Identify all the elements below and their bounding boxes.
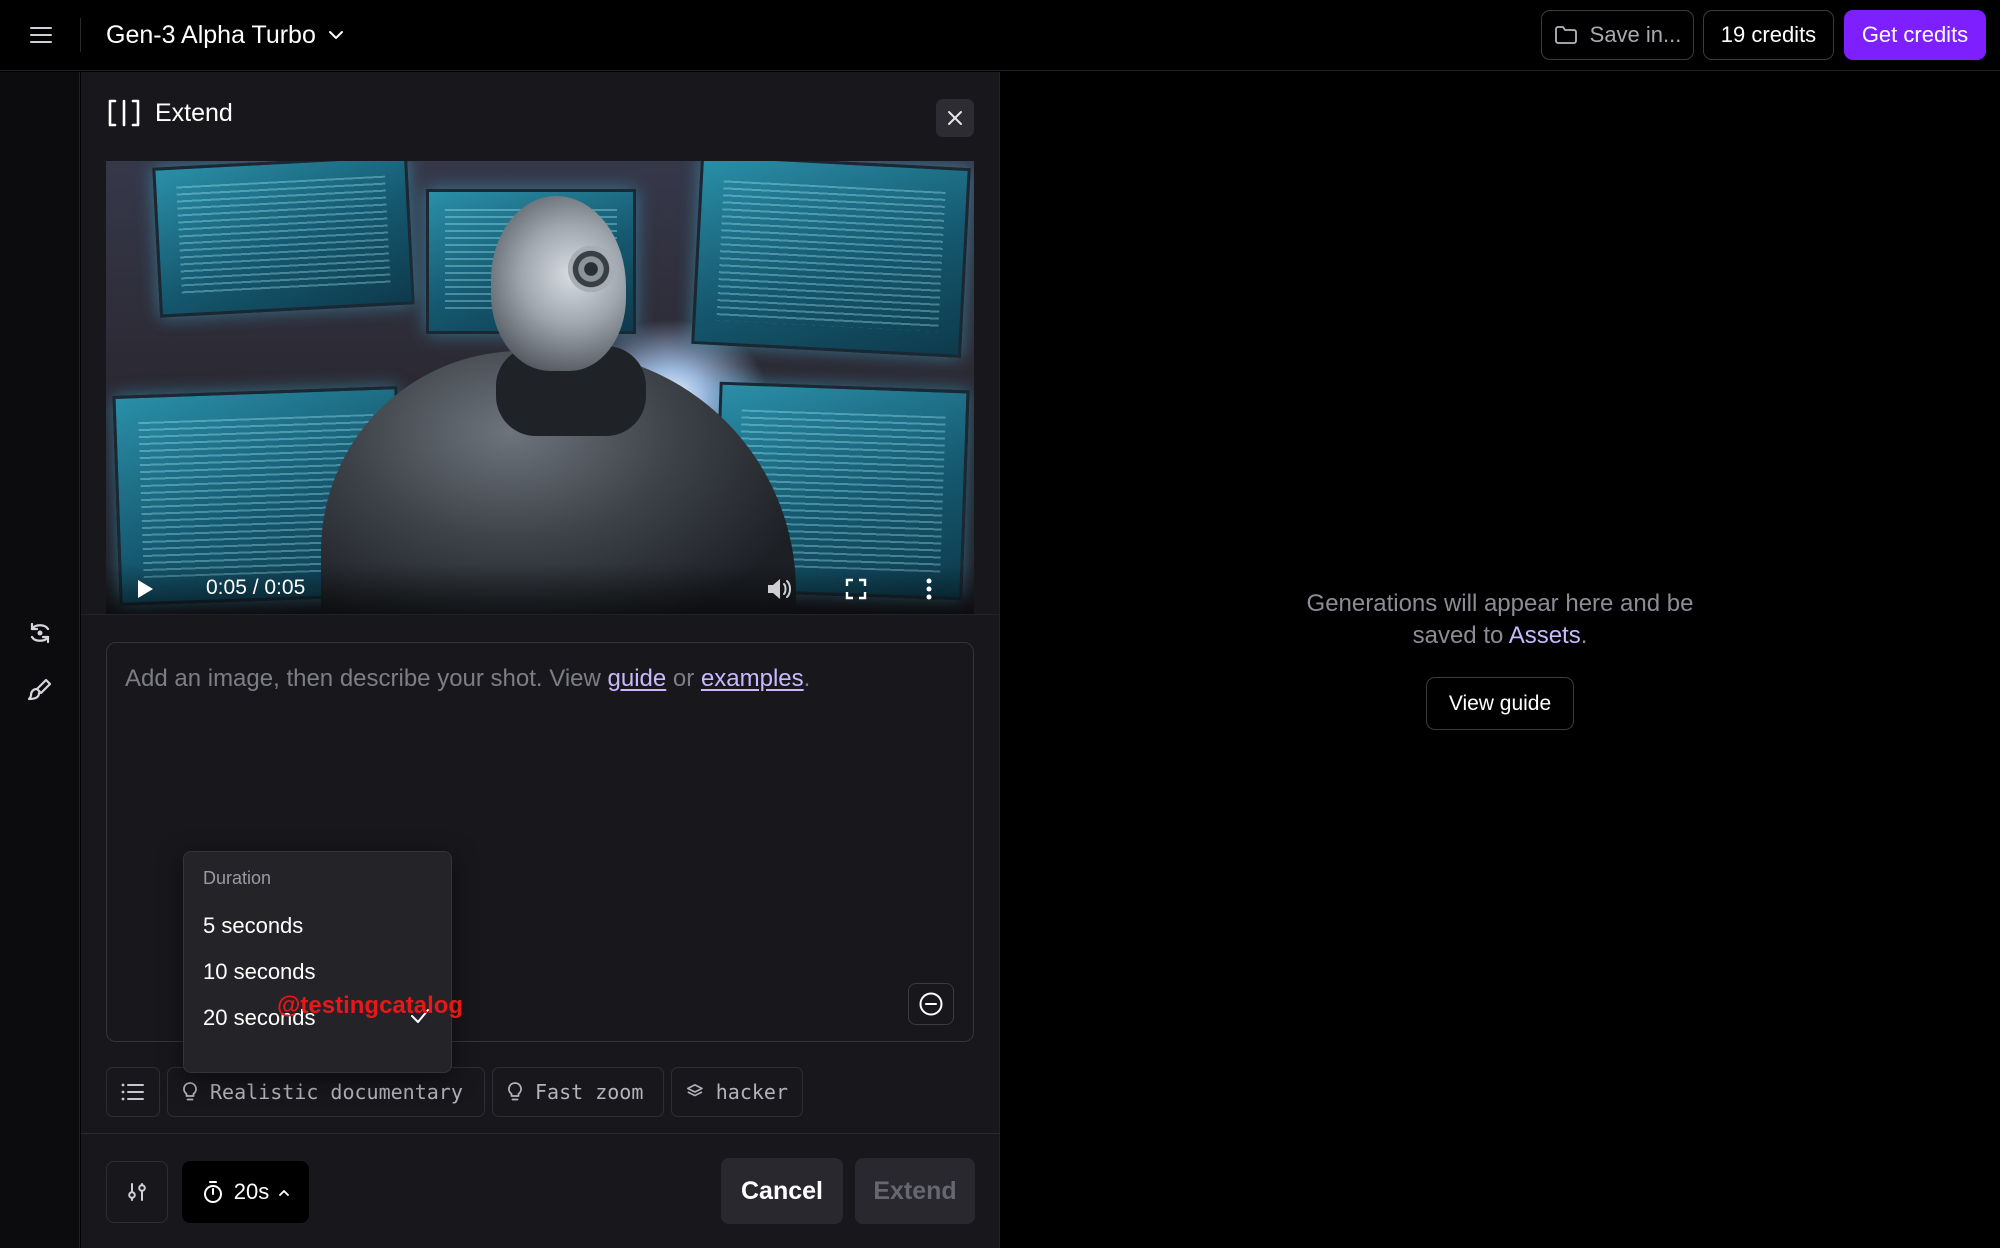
lightbulb-icon xyxy=(508,1082,522,1101)
guide-link[interactable]: guide xyxy=(608,665,667,692)
chevron-down-icon xyxy=(328,31,343,39)
credits-label: 19 credits xyxy=(1720,22,1817,47)
close-button[interactable] xyxy=(936,99,974,137)
monitor-graphic xyxy=(152,161,415,318)
sliders-icon xyxy=(128,1183,146,1201)
monitor-graphic xyxy=(691,161,971,358)
credits-button[interactable]: 19 credits xyxy=(1703,10,1834,60)
panel-header: Extend xyxy=(107,98,233,128)
empty-state-line1: Generations will appear here and be xyxy=(1306,590,1694,617)
chip-hacker[interactable]: hacker xyxy=(671,1067,803,1117)
video-time: 0:05 / 0:05 xyxy=(206,576,306,599)
empty-state-message: Generations will appear here and be save… xyxy=(1250,588,1750,652)
video-player[interactable]: 0:05 / 0:05 xyxy=(106,161,974,614)
volume-icon[interactable] xyxy=(763,574,797,604)
period-text: . xyxy=(803,665,811,692)
model-selector[interactable]: Gen-3 Alpha Turbo xyxy=(106,16,344,54)
duration-button[interactable]: 20s xyxy=(182,1161,309,1223)
motion-tool-icon[interactable] xyxy=(22,615,58,651)
duration-value: 20s xyxy=(233,1179,270,1204)
or-text: or xyxy=(666,665,701,692)
video-controls: 0:05 / 0:05 xyxy=(106,564,974,614)
cancel-button[interactable]: Cancel xyxy=(721,1158,843,1224)
fullscreen-icon[interactable] xyxy=(841,574,871,604)
left-rail xyxy=(0,72,80,1248)
assets-link[interactable]: Assets xyxy=(1509,622,1581,649)
folder-icon xyxy=(1554,26,1577,44)
layers-icon xyxy=(686,1084,703,1097)
divider xyxy=(81,614,1000,615)
more-options-icon[interactable] xyxy=(916,574,942,604)
duration-option-label: 10 seconds xyxy=(203,959,316,984)
extend-icon xyxy=(108,99,140,127)
lightbulb-icon xyxy=(183,1082,197,1101)
brush-tool-icon[interactable] xyxy=(22,672,58,708)
examples-link[interactable]: examples xyxy=(701,665,804,692)
chevron-up-icon xyxy=(279,1189,290,1196)
close-icon xyxy=(948,111,962,125)
remove-button[interactable] xyxy=(908,983,954,1025)
prompt-placeholder-text: Add an image, then describe your shot. V… xyxy=(125,665,608,692)
duration-option-10s[interactable]: 10 seconds xyxy=(184,947,450,997)
robot-ear-graphic xyxy=(568,246,614,292)
duration-menu: Duration 5 seconds 10 seconds 20 seconds xyxy=(183,851,452,1073)
empty-state-line2: saved to Assets. xyxy=(1250,620,1750,652)
stopwatch-icon xyxy=(203,1181,222,1203)
minus-circle-icon xyxy=(919,992,943,1016)
cancel-label: Cancel xyxy=(741,1176,823,1205)
view-guide-label: View guide xyxy=(1448,691,1552,715)
chip-label: Realistic documentary xyxy=(210,1080,463,1104)
extend-button[interactable]: Extend xyxy=(855,1158,975,1224)
divider xyxy=(80,18,81,52)
save-in-label: Save in... xyxy=(1589,22,1682,47)
duration-option-label: 5 seconds xyxy=(203,913,304,938)
hamburger-menu-icon[interactable] xyxy=(24,18,58,52)
watermark: @testingcatalog xyxy=(277,992,464,1019)
duration-option-5s[interactable]: 5 seconds xyxy=(184,901,450,951)
prompt-placeholder: Add an image, then describe your shot. V… xyxy=(125,665,810,693)
panel-title: Extend xyxy=(155,98,233,127)
presets-list-button[interactable] xyxy=(106,1067,160,1117)
chip-label: hacker xyxy=(715,1080,788,1104)
list-icon xyxy=(121,1083,144,1101)
extend-label: Extend xyxy=(873,1176,957,1205)
model-name: Gen-3 Alpha Turbo xyxy=(106,20,316,49)
chip-fast-zoom[interactable]: Fast zoom xyxy=(492,1067,664,1117)
play-icon[interactable] xyxy=(130,574,160,604)
chip-label: Fast zoom xyxy=(535,1080,644,1104)
get-credits-button[interactable]: Get credits xyxy=(1844,10,1986,60)
get-credits-label: Get credits xyxy=(1861,22,1969,47)
view-guide-button[interactable]: View guide xyxy=(1426,677,1574,730)
empty-state-suffix: . xyxy=(1580,622,1588,649)
chip-realistic-documentary[interactable]: Realistic documentary xyxy=(167,1067,485,1117)
duration-menu-title: Duration xyxy=(203,868,272,888)
top-bar: Gen-3 Alpha Turbo Save in... 19 credits … xyxy=(0,0,2000,71)
divider xyxy=(81,1133,1000,1134)
empty-state-prefix: saved to xyxy=(1412,622,1509,649)
settings-button[interactable] xyxy=(106,1161,168,1223)
save-in-button[interactable]: Save in... xyxy=(1541,10,1694,60)
